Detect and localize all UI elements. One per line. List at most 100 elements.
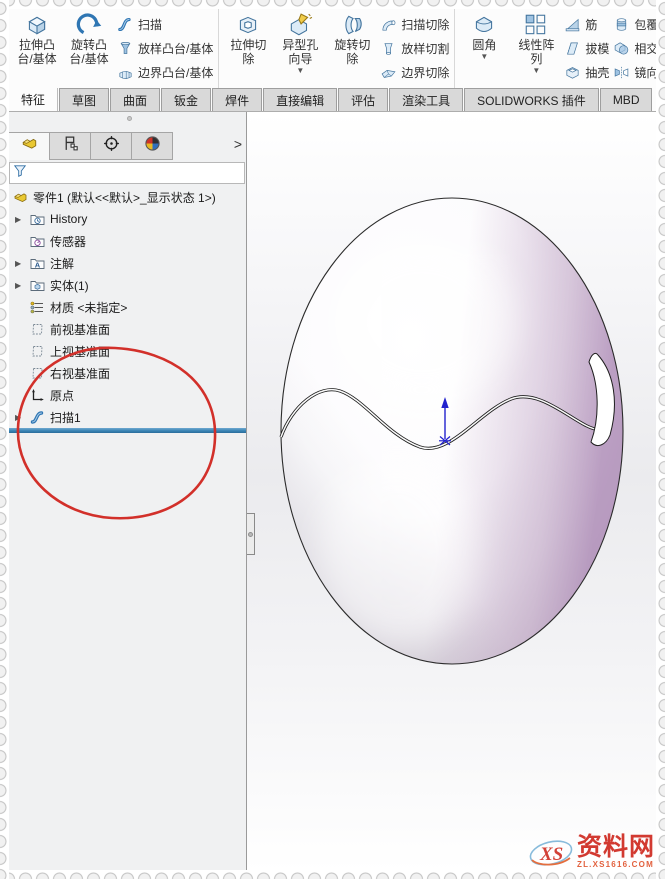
tab-features[interactable]: 特征: [8, 88, 59, 111]
plane-icon: [30, 344, 45, 359]
feature-filter: [9, 162, 245, 184]
panel-tab-feature-manager[interactable]: [8, 132, 50, 160]
feature-manager-panel: > 零件1 (默认<<默认>_显示状态 1>) ▶ History 传感器 ▶ A 注解 ▶…: [8, 112, 247, 872]
panel-expand-arrow[interactable]: >: [234, 136, 242, 152]
fillet-icon: [471, 12, 497, 38]
annotations-folder-icon: A: [30, 256, 45, 271]
hole-wizard-button[interactable]: 异型孔 向导 ▼: [274, 9, 326, 87]
panel-splitter-handle[interactable]: [247, 513, 255, 555]
watermark: XS 资料网 ZL.XS1616.COM: [528, 834, 655, 870]
revolve-boss-button[interactable]: 旋转凸 台/基体: [63, 9, 115, 87]
linear-pattern-button[interactable]: 线性阵 列 ▼: [510, 9, 562, 87]
boundary-cut-button[interactable]: 边界切除: [380, 61, 449, 83]
tree-item-label: 注解: [50, 256, 75, 271]
revolve-cut-button[interactable]: 旋转切 除: [326, 9, 378, 87]
fillet-button[interactable]: 圆角 ▼: [458, 9, 510, 87]
tab-solidworks-addins[interactable]: SOLIDWORKS 插件: [464, 88, 599, 111]
draft-button[interactable]: 拔模: [564, 37, 609, 59]
svg-text:XS: XS: [539, 844, 563, 865]
shell-icon: [564, 64, 581, 81]
extrude-boss-button[interactable]: 拉伸凸 台/基体: [11, 9, 63, 87]
panel-grip-dot[interactable]: [127, 116, 132, 121]
splitter-dot: [248, 531, 253, 537]
expand-arrow-icon[interactable]: ▶: [15, 259, 21, 268]
intersect-button[interactable]: 相交: [613, 37, 657, 59]
dropdown-arrow-icon[interactable]: ▼: [532, 67, 540, 75]
intersect-label: 相交: [634, 41, 657, 56]
command-manager-ribbon: 拉伸凸 台/基体 旋转凸 台/基体 扫描 放样凸台/基体 边界凸台/基体 拉伸切 除异型孔…: [8, 8, 657, 88]
plane-icon: [30, 366, 45, 381]
tree-item-annotations[interactable]: ▶ A 注解: [8, 252, 246, 274]
pm-part-icon: [21, 135, 38, 157]
extrude-boss-label: 拉伸凸 台/基体: [17, 38, 57, 67]
loft-cut-button[interactable]: 放样切割: [380, 37, 449, 59]
tree-item-right-plane[interactable]: 右视基准面: [8, 362, 246, 384]
watermark-logo-icon: XS: [529, 840, 573, 866]
filter-funnel-icon: [13, 164, 27, 183]
dropdown-arrow-icon[interactable]: ▼: [480, 53, 488, 61]
panel-tab-property-manager[interactable]: [49, 132, 91, 160]
part-icon: [13, 190, 28, 205]
loft-boss-button[interactable]: 放样凸台/基体: [117, 37, 213, 59]
rollback-bar[interactable]: [8, 428, 246, 433]
tab-sheet-metal[interactable]: 钣金: [161, 88, 212, 111]
button-stack: 扫描切除放样切割边界切除: [378, 9, 451, 87]
tree-item-label: 前视基准面: [50, 322, 111, 337]
plane-icon: [30, 322, 45, 337]
sweep-cut-button[interactable]: 扫描切除: [380, 13, 449, 35]
tree-item-solid-bodies[interactable]: ▶ 实体(1): [8, 274, 246, 296]
expand-arrow-icon[interactable]: ▶: [15, 215, 21, 224]
mirror-icon: [613, 64, 630, 81]
sweep-icon: [117, 16, 134, 33]
tab-weldments[interactable]: 焊件: [212, 88, 263, 111]
tree-item-sensors[interactable]: 传感器: [8, 230, 246, 252]
tree-root-label: 零件1 (默认<<默认>_显示状态 1>): [33, 190, 216, 205]
draft-icon: [564, 40, 581, 57]
shell-label: 抽壳: [585, 65, 610, 80]
tab-direct-editing[interactable]: 直接编辑: [263, 88, 338, 111]
panel-tab-display-manager[interactable]: [131, 132, 173, 160]
loft-cut-icon: [380, 40, 397, 57]
sweep-button[interactable]: 扫描: [117, 13, 213, 35]
origin-icon: [30, 388, 45, 403]
tree-item-history[interactable]: ▶ History: [8, 208, 246, 230]
tree-item-top-plane[interactable]: 上视基准面: [8, 340, 246, 362]
dropdown-arrow-icon[interactable]: ▼: [296, 67, 304, 75]
filter-input[interactable]: [30, 164, 241, 182]
tree-item-label: 原点: [50, 388, 75, 403]
extrude-cut-button[interactable]: 拉伸切 除: [222, 9, 274, 87]
shell-button[interactable]: 抽壳: [564, 61, 609, 83]
tree-item-front-plane[interactable]: 前视基准面: [8, 318, 246, 340]
tree-item-origin[interactable]: 原点: [8, 384, 246, 406]
tab-render-tools[interactable]: 渲染工具: [389, 88, 464, 111]
expand-arrow-icon[interactable]: ▶: [15, 413, 21, 422]
boundary-icon: [117, 64, 134, 81]
loft-cut-label: 放样切割: [401, 41, 450, 56]
boundary-cut-label: 边界切除: [401, 65, 450, 80]
intersect-icon: [613, 40, 630, 57]
hole-wizard-label: 异型孔 向导: [282, 38, 319, 67]
graphics-viewport[interactable]: XS 资料网 ZL.XS1616.COM: [247, 112, 657, 872]
tab-mbd[interactable]: MBD: [599, 88, 653, 111]
ribbon-group-features: 圆角 ▼ 线性阵 列 ▼ 筋拔模 抽壳 包覆 相交 镜向: [454, 8, 657, 88]
tab-sketch[interactable]: 草图: [59, 88, 110, 111]
tree-item-sweep1[interactable]: ▶ 扫描1: [8, 406, 246, 428]
tab-evaluate[interactable]: 评估: [338, 88, 389, 111]
tree-item-part-root[interactable]: 零件1 (默认<<默认>_显示状态 1>): [8, 186, 246, 208]
button-stack: 包覆相交镜向: [611, 9, 657, 87]
tree-item-material[interactable]: 材质 <未指定>: [8, 296, 246, 318]
watermark-site-name: 资料网: [576, 833, 655, 861]
boundary-boss-button[interactable]: 边界凸台/基体: [117, 61, 213, 83]
rib-button[interactable]: 筋: [564, 13, 609, 35]
screenshot-frame: 拉伸凸 台/基体 旋转凸 台/基体 扫描 放样凸台/基体 边界凸台/基体 拉伸切 除异型孔…: [0, 0, 665, 879]
tab-surfaces[interactable]: 曲面: [110, 88, 161, 111]
fillet-label: 圆角: [472, 38, 497, 52]
linear-pattern-label: 线性阵 列: [518, 38, 555, 67]
button-stack: 筋拔模抽壳: [562, 9, 611, 87]
ribbon-tab-strip: 特征 草图 曲面 钣金 焊件 直接编辑 评估 渲染工具 SOLIDWORKS 插件 MBD: [8, 88, 657, 112]
panel-tab-configuration-manager[interactable]: [90, 132, 132, 160]
expand-arrow-icon[interactable]: ▶: [15, 281, 21, 290]
mirror-button[interactable]: 镜向: [613, 61, 657, 83]
wrap-button[interactable]: 包覆: [613, 13, 657, 35]
svg-text:A: A: [35, 260, 41, 269]
